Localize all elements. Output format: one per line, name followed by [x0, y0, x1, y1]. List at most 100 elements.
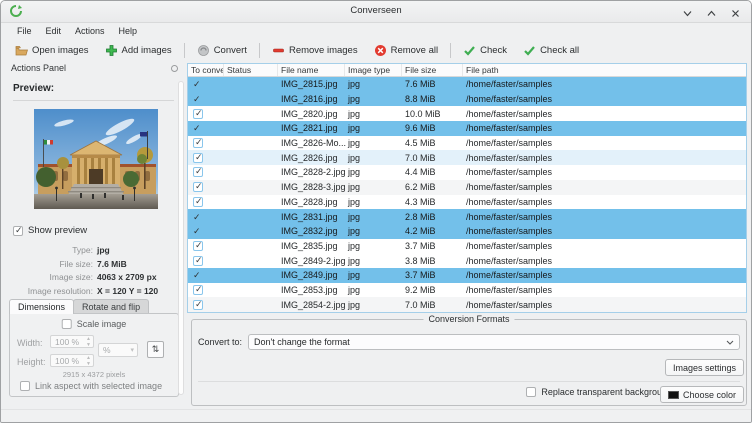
to-convert-checkbox[interactable]: [193, 138, 203, 148]
menu-item-actions[interactable]: Actions: [68, 25, 112, 37]
menu-item-file[interactable]: File: [10, 25, 39, 37]
to-convert-checkbox[interactable]: [193, 109, 203, 119]
to-convert-checkbox[interactable]: [193, 182, 203, 192]
replace-background-label: Replace transparent background: [541, 387, 672, 397]
file-name-cell: IMG_2831.jpg: [278, 212, 345, 222]
table-row[interactable]: ✓IMG_2816.jpgjpg8.8 MiB/home/faster/samp…: [188, 92, 746, 107]
menu-item-edit[interactable]: Edit: [39, 25, 69, 37]
dock-scrollbar[interactable]: [178, 81, 184, 395]
to-convert-checkbox[interactable]: ✓: [193, 123, 201, 133]
file-size-cell: 3.7 MiB: [402, 241, 463, 251]
height-spinbox[interactable]: 100 % ▲▼: [50, 354, 94, 367]
remove-all-button[interactable]: Remove all: [366, 42, 447, 59]
replace-background-checkbox[interactable]: [526, 387, 536, 397]
table-row[interactable]: IMG_2828.jpgjpg4.3 MiB/home/faster/sampl…: [188, 195, 746, 210]
column-header-to-convert[interactable]: To convert: [188, 64, 224, 76]
to-convert-checkbox[interactable]: ✓: [193, 212, 201, 222]
add-images-button[interactable]: Add images: [97, 42, 180, 59]
table-row[interactable]: ✓IMG_2849.jpgjpg3.7 MiB/home/faster/samp…: [188, 268, 746, 283]
file-path-cell: /home/faster/samples: [463, 256, 746, 266]
image-type-cell: jpg: [345, 256, 402, 266]
column-header-status[interactable]: Status: [224, 64, 278, 76]
unit-combobox[interactable]: % ▾: [98, 343, 138, 357]
convert-button[interactable]: Convert: [189, 42, 255, 59]
check-button[interactable]: Check: [455, 42, 515, 59]
to-convert-checkbox[interactable]: [193, 153, 203, 163]
remove-images-button[interactable]: Remove images: [264, 42, 366, 59]
spin-arrows-icon[interactable]: ▲▼: [86, 336, 91, 348]
images-settings-button[interactable]: Images settings: [665, 359, 744, 376]
table-row[interactable]: ✓IMG_2821.jpgjpg9.6 MiB/home/faster/samp…: [188, 121, 746, 136]
to-convert-checkbox[interactable]: ✓: [193, 79, 201, 89]
remove-images-icon: [272, 44, 285, 57]
table-row[interactable]: IMG_2826.jpgjpg7.0 MiB/home/faster/sampl…: [188, 150, 746, 165]
file-size-cell: 8.8 MiB: [402, 94, 463, 104]
to-convert-checkbox[interactable]: [193, 197, 203, 207]
file-path-cell: /home/faster/samples: [463, 285, 746, 295]
swap-dimensions-button[interactable]: ⇅: [147, 341, 164, 358]
scale-groupbox: Scale image Width: 100 % ▲▼ Height: 100 …: [9, 313, 179, 397]
link-aspect-checkbox[interactable]: [20, 381, 30, 391]
file-path-cell: /home/faster/samples: [463, 167, 746, 177]
to-convert-checkbox[interactable]: [193, 167, 203, 177]
menu-item-help[interactable]: Help: [112, 25, 145, 37]
file-name-cell: IMG_2826-Mo...: [278, 138, 345, 148]
choose-color-button[interactable]: Choose color: [660, 386, 744, 403]
file-name-cell: IMG_2849-2.jpg: [278, 256, 345, 266]
swap-icon: ⇅: [152, 344, 160, 355]
file-name-cell: IMG_2815.jpg: [278, 79, 345, 89]
file-table: To convertStatusFile nameImage typeFile …: [187, 63, 747, 313]
table-row[interactable]: ✓IMG_2815.jpgjpg7.6 MiB/home/faster/samp…: [188, 77, 746, 92]
toolbar: Open imagesAdd images Convert Remove image…: [1, 39, 751, 62]
toolbar-separator: [450, 43, 451, 58]
info-label: File size:: [5, 259, 93, 269]
column-header-file-path[interactable]: File path: [463, 64, 746, 76]
file-name-cell: IMG_2849.jpg: [278, 270, 345, 280]
table-row[interactable]: IMG_2835.jpgjpg3.7 MiB/home/faster/sampl…: [188, 239, 746, 254]
table-row[interactable]: IMG_2826-Mo...jpg4.5 MiB/home/faster/sam…: [188, 136, 746, 151]
table-row[interactable]: IMG_2853.jpgjpg9.2 MiB/home/faster/sampl…: [188, 283, 746, 298]
check-all-button[interactable]: Check all: [515, 42, 587, 59]
scale-image-checkbox[interactable]: [62, 319, 72, 329]
spin-arrows-icon[interactable]: ▲▼: [86, 355, 91, 367]
minimize-button[interactable]: [682, 6, 693, 17]
table-row[interactable]: IMG_2849-2.jpgjpg3.8 MiB/home/faster/sam…: [188, 253, 746, 268]
add-images-icon: [105, 44, 118, 57]
tab-dimensions[interactable]: Dimensions: [9, 299, 74, 314]
to-convert-checkbox[interactable]: ✓: [193, 270, 201, 280]
show-preview-checkbox[interactable]: [13, 226, 23, 236]
image-info: Type:jpgFile size:7.6 MiBImage size:4063…: [5, 245, 184, 299]
to-convert-checkbox[interactable]: [193, 256, 203, 266]
table-row[interactable]: IMG_2854-2.jpgjpg7.0 MiB/home/faster/sam…: [188, 297, 746, 312]
to-convert-checkbox[interactable]: [193, 285, 203, 295]
toolbar-button-label: Check all: [540, 45, 579, 56]
tab-rotate-and-flip[interactable]: Rotate and flip: [73, 299, 149, 314]
info-row: Type:jpg: [5, 245, 184, 255]
width-spinbox[interactable]: 100 % ▲▼: [50, 335, 94, 348]
dock-float-icon[interactable]: [171, 65, 178, 72]
toolbar-button-label: Check: [480, 45, 507, 56]
table-row[interactable]: IMG_2828-3.jpgjpg6.2 MiB/home/faster/sam…: [188, 180, 746, 195]
image-type-cell: jpg: [345, 241, 402, 251]
format-combobox[interactable]: Don't change the format: [248, 334, 740, 350]
maximize-button[interactable]: [706, 6, 717, 17]
column-header-image-type[interactable]: Image type: [345, 64, 402, 76]
to-convert-checkbox[interactable]: [193, 241, 203, 251]
column-header-file-name[interactable]: File name: [278, 64, 345, 76]
open-images-button[interactable]: Open images: [7, 42, 97, 59]
table-row[interactable]: IMG_2820.jpgjpg10.0 MiB/home/faster/samp…: [188, 106, 746, 121]
table-row[interactable]: ✓IMG_2831.jpgjpg2.8 MiB/home/faster/samp…: [188, 209, 746, 224]
table-row[interactable]: IMG_2828-2.jpgjpg4.4 MiB/home/faster/sam…: [188, 165, 746, 180]
file-path-cell: /home/faster/samples: [463, 109, 746, 119]
width-label: Width:: [17, 338, 43, 348]
to-convert-checkbox[interactable]: [193, 300, 203, 310]
check-icon: [463, 44, 476, 57]
title-bar[interactable]: Converseen: [1, 1, 751, 23]
table-row[interactable]: ✓IMG_2832.jpgjpg4.2 MiB/home/faster/samp…: [188, 224, 746, 239]
column-header-file-size[interactable]: File size: [402, 64, 463, 76]
to-convert-checkbox[interactable]: ✓: [193, 226, 201, 236]
window-title: Converseen: [1, 5, 751, 16]
to-convert-checkbox[interactable]: ✓: [193, 94, 201, 104]
file-path-cell: /home/faster/samples: [463, 270, 746, 280]
close-button[interactable]: [730, 6, 741, 17]
